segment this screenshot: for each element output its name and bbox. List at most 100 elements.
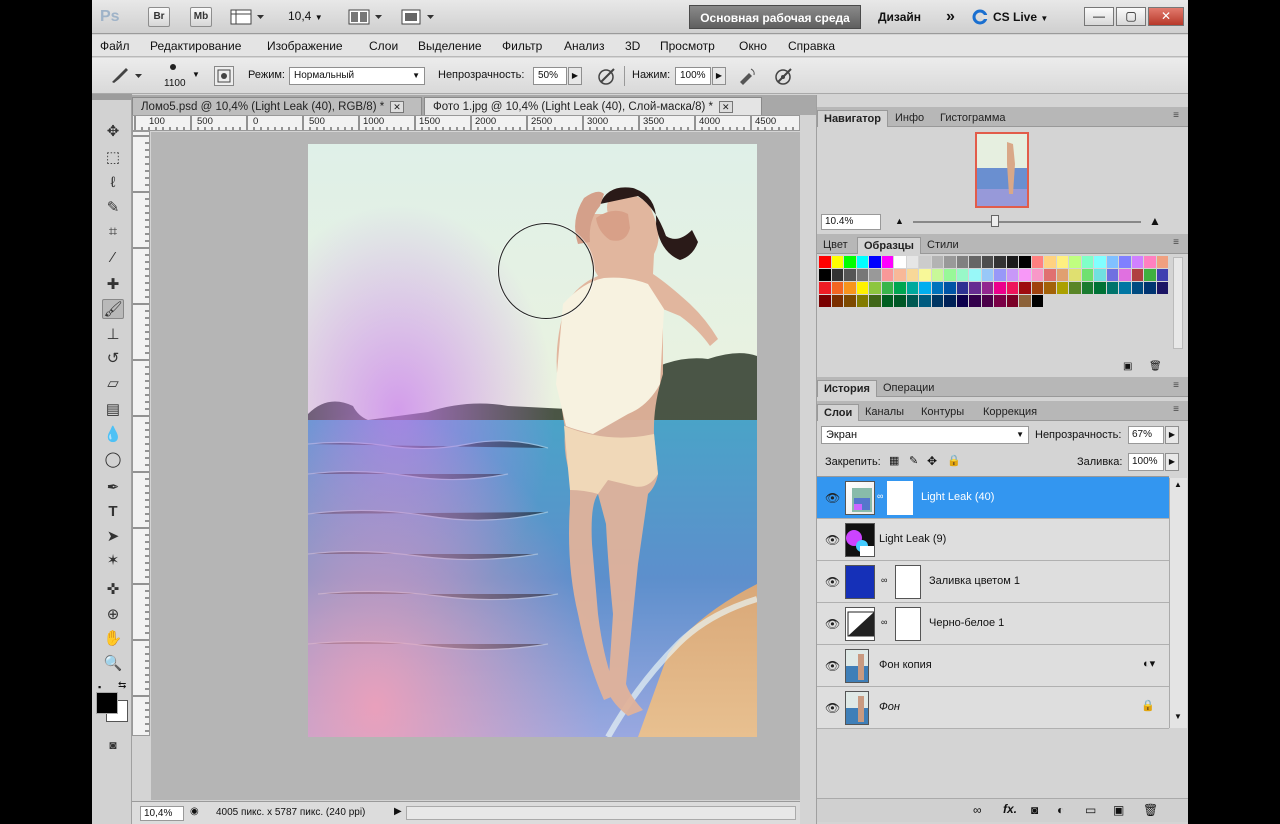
color-swatch[interactable] xyxy=(919,282,931,294)
color-swatch[interactable] xyxy=(919,295,931,307)
pressure-size-toggle[interactable] xyxy=(773,66,795,86)
color-swatch[interactable] xyxy=(1044,256,1056,268)
tab-histogram[interactable]: Гистограмма xyxy=(934,110,1012,127)
history-brush-tool-icon[interactable]: ↺ xyxy=(102,349,124,369)
color-swatch[interactable] xyxy=(1044,269,1056,281)
visibility-eye-icon[interactable]: 👁 xyxy=(825,491,840,505)
color-swatch[interactable] xyxy=(1056,256,1068,268)
color-swatch[interactable] xyxy=(881,295,893,307)
tab-paths[interactable]: Контуры xyxy=(915,404,970,421)
tool-preset-picker[interactable] xyxy=(108,66,146,86)
new-swatch-icon[interactable]: ▣ xyxy=(1123,361,1132,372)
menu-window[interactable]: Окно xyxy=(739,38,767,54)
color-swatch[interactable] xyxy=(894,282,906,294)
color-swatch[interactable] xyxy=(1031,282,1043,294)
color-swatch[interactable] xyxy=(1069,269,1081,281)
color-swatch[interactable] xyxy=(1069,282,1081,294)
minimize-button[interactable]: — xyxy=(1084,7,1114,26)
tab-color[interactable]: Цвет xyxy=(817,237,854,254)
swatches-scrollbar[interactable] xyxy=(1173,257,1183,349)
color-swatch[interactable] xyxy=(931,282,943,294)
eraser-tool-icon[interactable]: ▱ xyxy=(102,374,124,394)
layer-row-black-white[interactable]: 👁 ∞ Черно-белое 1 xyxy=(817,603,1169,645)
color-swatch[interactable] xyxy=(1119,269,1131,281)
color-swatch[interactable] xyxy=(831,256,843,268)
color-swatch[interactable] xyxy=(1056,269,1068,281)
color-swatch[interactable] xyxy=(1069,295,1081,307)
color-swatch[interactable] xyxy=(819,295,831,307)
brush-panel-toggle[interactable] xyxy=(214,66,234,86)
color-swatch[interactable] xyxy=(944,282,956,294)
color-swatch[interactable] xyxy=(869,256,881,268)
fill-input[interactable]: 100% xyxy=(1128,453,1164,471)
link-layers-icon[interactable]: ∞ xyxy=(973,803,982,817)
airbrush-toggle[interactable] xyxy=(737,66,759,86)
workspace-essentials-button[interactable]: Основная рабочая среда xyxy=(689,5,861,29)
zoom-input[interactable]: 10,4% xyxy=(140,806,184,821)
navigator-zoom-slider[interactable] xyxy=(913,221,1141,223)
layer-mask-thumbnail[interactable] xyxy=(895,607,921,641)
smart-filter-icon[interactable]: ◐▾ xyxy=(1143,657,1155,670)
link-icon[interactable]: ∞ xyxy=(877,491,883,501)
color-swatch[interactable] xyxy=(831,295,843,307)
layer-opacity-slider-toggle[interactable]: ▶ xyxy=(1165,426,1179,444)
scroll-down-icon[interactable]: ▼ xyxy=(1174,712,1182,721)
color-swatch[interactable] xyxy=(956,282,968,294)
eyedropper-tool-icon[interactable]: ⁄ xyxy=(102,248,124,268)
lock-transparency-icon[interactable]: ▦ xyxy=(889,454,899,467)
color-swatch[interactable] xyxy=(1019,282,1031,294)
adjustment-layer-icon[interactable]: ◐ xyxy=(1057,803,1064,817)
layer-opacity-input[interactable]: 67% xyxy=(1128,426,1164,444)
swatch-grid[interactable] xyxy=(819,256,1169,320)
menu-image[interactable]: Изображение xyxy=(267,38,343,54)
color-swatch[interactable] xyxy=(981,256,993,268)
color-swatch[interactable] xyxy=(1131,269,1143,281)
visibility-eye-icon[interactable]: 👁 xyxy=(825,533,840,547)
color-swatch[interactable] xyxy=(1081,282,1093,294)
trash-icon[interactable]: 🗑 xyxy=(1149,361,1162,372)
hand-tool-icon[interactable]: ✋ xyxy=(102,629,124,649)
color-swatch[interactable] xyxy=(981,295,993,307)
dodge-tool-icon[interactable]: ◯ xyxy=(102,450,124,470)
zoom-out-icon[interactable]: ▲ xyxy=(895,216,904,226)
color-swatch[interactable] xyxy=(1019,295,1031,307)
color-swatch[interactable] xyxy=(856,256,868,268)
color-swatch[interactable] xyxy=(969,256,981,268)
layers-scrollbar[interactable]: ▲ ▼ xyxy=(1169,478,1187,728)
clone-stamp-tool-icon[interactable]: ⊥ xyxy=(102,325,124,345)
color-swatch[interactable] xyxy=(844,295,856,307)
color-swatch[interactable] xyxy=(906,295,918,307)
swap-colors-icon[interactable]: ⇆ xyxy=(118,680,126,691)
color-swatch[interactable] xyxy=(894,269,906,281)
zoom-slider-thumb[interactable] xyxy=(991,215,1000,227)
quick-select-tool-icon[interactable]: ✎ xyxy=(102,198,124,218)
color-swatch[interactable] xyxy=(1106,282,1118,294)
3d-rotate-tool-icon[interactable]: ✜ xyxy=(102,580,124,600)
pen-tool-icon[interactable]: ✒ xyxy=(102,478,124,498)
fill-slider-toggle[interactable]: ▶ xyxy=(1165,453,1179,471)
layer-row-background-copy[interactable]: 👁 Фон копия ◐▾ xyxy=(817,645,1169,687)
color-swatch[interactable] xyxy=(1006,282,1018,294)
screen-mode-dropdown[interactable] xyxy=(400,7,438,27)
lock-position-icon[interactable]: ✥ xyxy=(927,454,937,468)
menu-view[interactable]: Просмотр xyxy=(660,38,715,54)
color-swatch[interactable] xyxy=(994,269,1006,281)
blur-tool-icon[interactable]: 💧 xyxy=(102,425,124,445)
color-swatch[interactable] xyxy=(1082,295,1094,307)
tab-lomo5[interactable]: Ломо5.psd @ 10,4% (Light Leak (40), RGB/… xyxy=(132,97,422,115)
tab-actions[interactable]: Операции xyxy=(877,380,940,397)
status-menu-icon[interactable]: ◉ xyxy=(190,806,202,820)
lasso-tool-icon[interactable]: ℓ xyxy=(102,173,124,193)
pressure-slider-toggle[interactable]: ▶ xyxy=(712,67,726,85)
tab-history[interactable]: История xyxy=(817,380,877,397)
color-swatch[interactable] xyxy=(969,269,981,281)
horizontal-scrollbar[interactable] xyxy=(406,806,796,820)
toolbox-grip[interactable] xyxy=(92,94,132,100)
color-swatch[interactable] xyxy=(1081,256,1093,268)
color-swatch[interactable] xyxy=(944,295,956,307)
tab-adjustments[interactable]: Коррекция xyxy=(977,404,1043,421)
color-swatch[interactable] xyxy=(1069,256,1081,268)
path-selection-tool-icon[interactable]: ➤ xyxy=(102,527,124,547)
color-swatch[interactable] xyxy=(881,256,893,268)
crop-tool-icon[interactable]: ⌗ xyxy=(102,222,124,242)
